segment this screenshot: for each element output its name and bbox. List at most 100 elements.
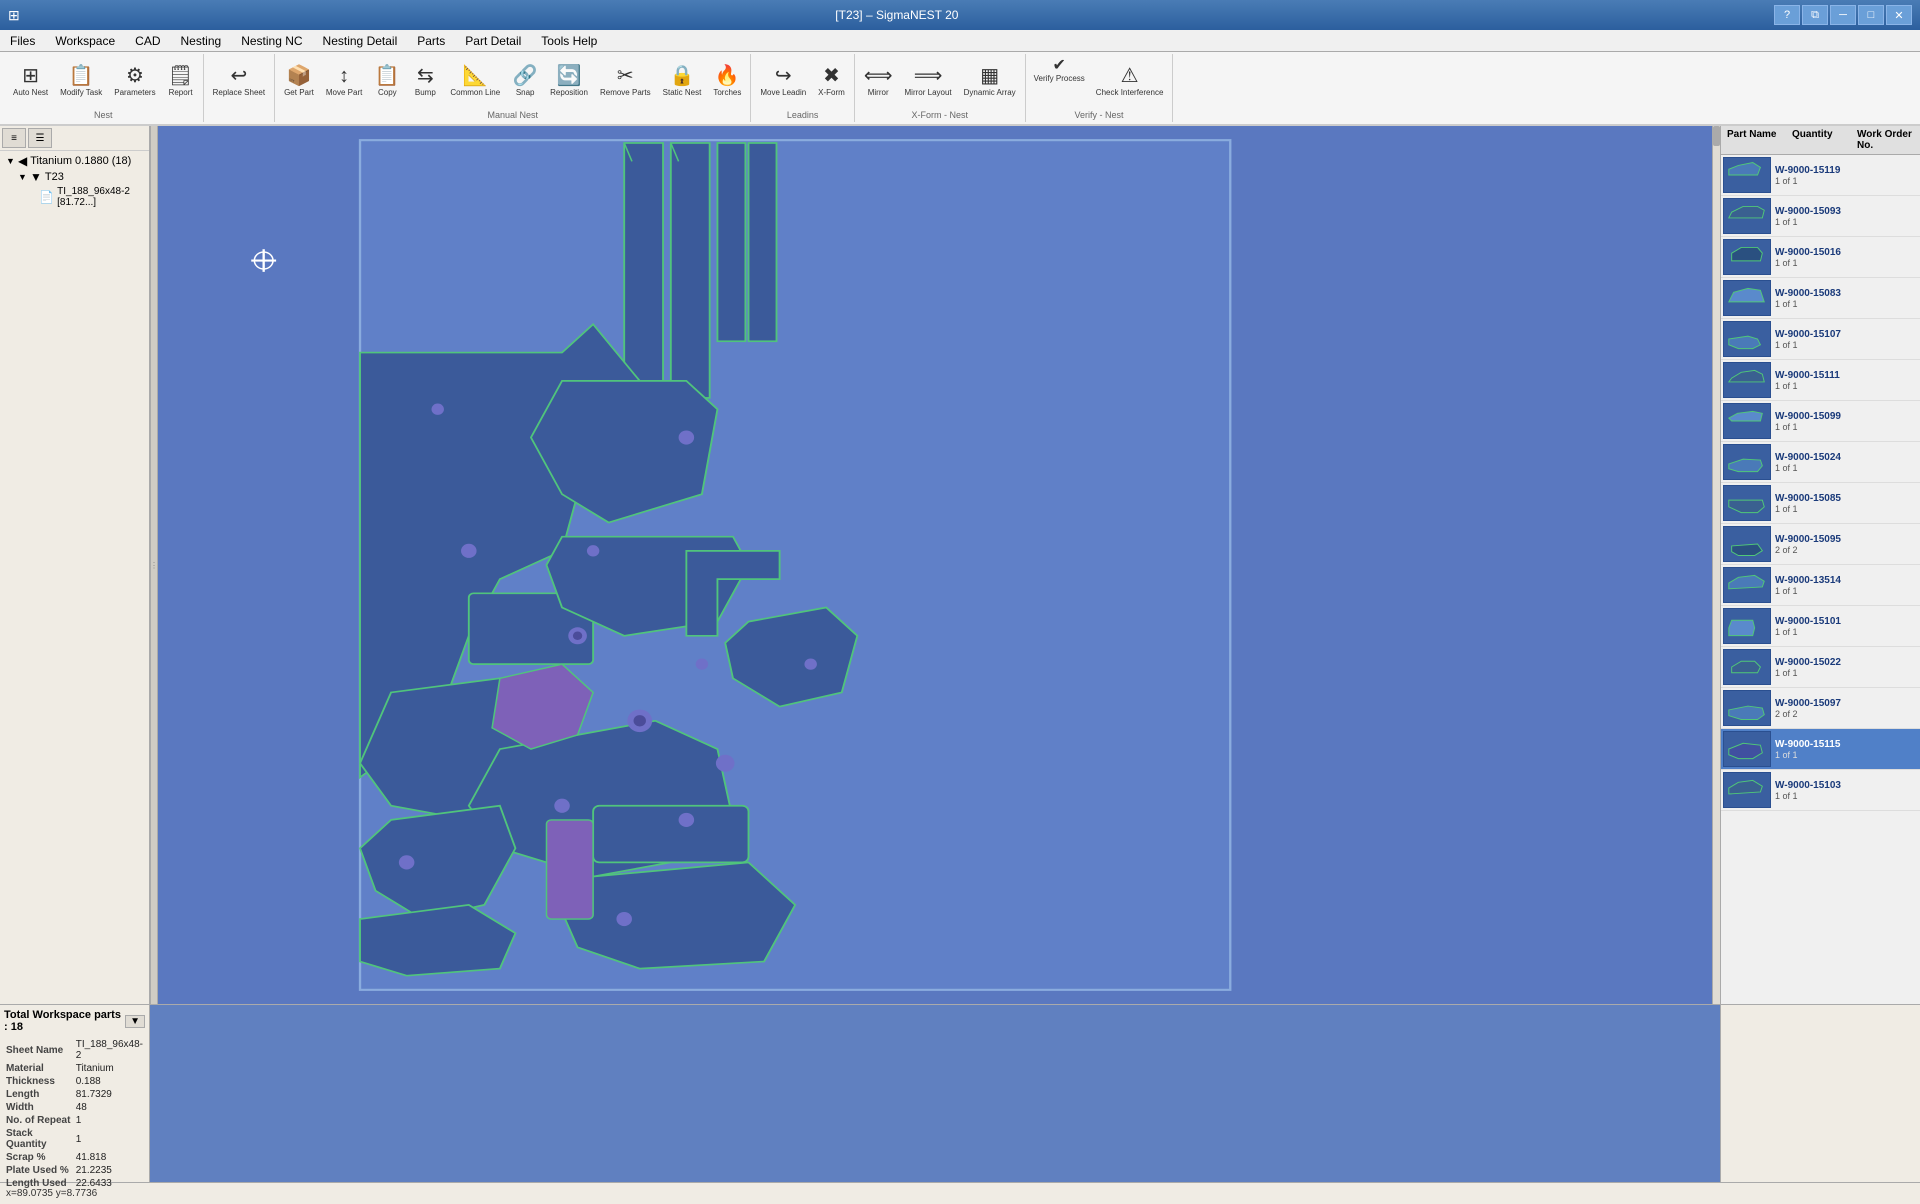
part-quantity: 1 of 1	[1775, 176, 1918, 186]
maximize-btn[interactable]: □	[1858, 5, 1884, 25]
move-leadin-btn[interactable]: ↪Move Leadin	[755, 56, 811, 108]
part-name: W-9000-13514	[1775, 575, 1918, 586]
part-list-item[interactable]: W-9000-150161 of 1	[1721, 237, 1920, 278]
part-name: W-9000-15022	[1775, 657, 1918, 668]
tree-area[interactable]: ▼◀Titanium 0.1880 (18)▼▼T23📄TI_188_96x48…	[0, 151, 149, 1004]
verify-process-btn[interactable]: ✔Verify Process	[1030, 56, 1089, 86]
bottom-right-panel	[1720, 1005, 1920, 1182]
menu-item-parts[interactable]: Parts	[407, 30, 455, 51]
menu-item-files[interactable]: Files	[0, 30, 45, 51]
toolbar: ⊞Auto Nest📋Modify Task⚙Parameters🗒Report…	[0, 52, 1920, 126]
dynamic-array-btn[interactable]: ▦Dynamic Array	[959, 56, 1021, 108]
part-thumbnail	[1723, 649, 1771, 685]
tree-item[interactable]: ▼◀Titanium 0.1880 (18)	[2, 153, 147, 169]
titlebar-left: ⊞	[8, 7, 20, 24]
part-list-item[interactable]: W-9000-150952 of 2	[1721, 524, 1920, 565]
menu-item-tools-help[interactable]: Tools Help	[531, 30, 607, 51]
coords-label: x=89.0735 y=8.7736	[6, 1188, 97, 1199]
property-value: Titanium	[76, 1063, 143, 1074]
menu-item-nesting-nc[interactable]: Nesting NC	[231, 30, 312, 51]
common-line-btn[interactable]: 📐Common Line	[445, 56, 505, 108]
tree-item[interactable]: 📄TI_188_96x48-2 [81.72...]	[2, 185, 147, 209]
part-list-item[interactable]: W-9000-135141 of 1	[1721, 565, 1920, 606]
bump-label: Bump	[415, 88, 436, 98]
close-btn[interactable]: ✕	[1886, 5, 1912, 25]
part-quantity: 1 of 1	[1775, 791, 1918, 801]
copy-btn[interactable]: 📋Copy	[369, 56, 405, 108]
part-quantity: 1 of 1	[1775, 340, 1918, 350]
property-key: No. of Repeat	[6, 1115, 74, 1126]
part-list-item[interactable]: W-9000-150931 of 1	[1721, 196, 1920, 237]
part-list-item[interactable]: W-9000-150221 of 1	[1721, 647, 1920, 688]
menu-item-part-detail[interactable]: Part Detail	[455, 30, 531, 51]
menu-item-nesting[interactable]: Nesting	[171, 30, 232, 51]
move-part-btn[interactable]: ↕Move Part	[321, 56, 367, 108]
help-btn[interactable]: ?	[1774, 5, 1800, 25]
check-interference-label: Check Interference	[1096, 88, 1164, 98]
part-list-item[interactable]: W-9000-150972 of 2	[1721, 688, 1920, 729]
part-list-item[interactable]: W-9000-151011 of 1	[1721, 606, 1920, 647]
part-quantity: 1 of 1	[1775, 381, 1918, 391]
panel-toggle-btn-1[interactable]: ≡	[2, 128, 26, 148]
property-value: TI_188_96x48-2	[76, 1039, 143, 1061]
static-nest-btn[interactable]: 🔒Static Nest	[658, 56, 707, 108]
part-list-item[interactable]: W-9000-150851 of 1	[1721, 483, 1920, 524]
replace-sheet-icon: ↩	[230, 66, 247, 86]
replace-sheet-btn[interactable]: ↩ Replace Sheet	[208, 56, 270, 108]
property-value: 81.7329	[76, 1089, 143, 1100]
part-name: W-9000-15095	[1775, 534, 1918, 545]
modify-task-btn[interactable]: 📋Modify Task	[55, 56, 107, 108]
mirror-layout-btn[interactable]: ⟹Mirror Layout	[900, 56, 957, 108]
replace-sheet-label: Replace Sheet	[213, 88, 265, 98]
parameters-btn[interactable]: ⚙Parameters	[109, 56, 160, 108]
check-interference-btn[interactable]: ⚠Check Interference	[1091, 56, 1169, 108]
part-quantity: 1 of 1	[1775, 258, 1918, 268]
bump-btn[interactable]: ⇆ Bump	[407, 56, 443, 108]
part-list-item[interactable]: W-9000-151071 of 1	[1721, 319, 1920, 360]
part-name: W-9000-15099	[1775, 411, 1918, 422]
toolbar-group-label: Leadins	[787, 110, 819, 120]
tree-expand-icon: ▼	[6, 156, 18, 166]
left-divider[interactable]: ⋮	[150, 126, 158, 1004]
bump-icon: ⇆	[417, 66, 434, 86]
expand-workspace-btn[interactable]: ▼	[125, 1015, 145, 1028]
part-list-item[interactable]: W-9000-150991 of 1	[1721, 401, 1920, 442]
remove-parts-btn[interactable]: ✂Remove Parts	[595, 56, 656, 108]
toolbar-group-verify---nest: ✔Verify Process⚠Check Interference Verify…	[1026, 54, 1174, 122]
verify-process-label: Verify Process	[1034, 74, 1085, 84]
canvas-area[interactable]	[158, 126, 1712, 1004]
part-thumbnail	[1723, 731, 1771, 767]
part-info: W-9000-150931 of 1	[1775, 206, 1918, 227]
snap-btn[interactable]: 🔗Snap	[507, 56, 543, 108]
restore-small-btn[interactable]: ⧉	[1802, 5, 1828, 25]
part-list-item[interactable]: W-9000-151151 of 1	[1721, 729, 1920, 770]
part-quantity: 2 of 2	[1775, 545, 1918, 555]
tree-item[interactable]: ▼▼T23	[2, 169, 147, 185]
right-panel-col-header: Work Order No.	[1853, 128, 1918, 152]
part-list-item[interactable]: W-9000-150831 of 1	[1721, 278, 1920, 319]
parts-list[interactable]: W-9000-151191 of 1 W-9000-150931 of 1 W-90…	[1721, 155, 1920, 1004]
menu-item-workspace[interactable]: Workspace	[45, 30, 125, 51]
part-list-item[interactable]: W-9000-151191 of 1	[1721, 155, 1920, 196]
mirror-btn[interactable]: ⟺Mirror	[859, 56, 898, 108]
property-row: Width48	[6, 1102, 143, 1113]
get-part-btn[interactable]: 📦Get Part	[279, 56, 319, 108]
canvas-scrollbar-v[interactable]	[1712, 126, 1720, 1004]
part-quantity: 1 of 1	[1775, 422, 1918, 432]
panel-toggle-btn-2[interactable]: ☰	[28, 128, 52, 148]
minimize-btn[interactable]: ─	[1830, 5, 1856, 25]
part-info: W-9000-151011 of 1	[1775, 616, 1918, 637]
menu-item-nesting-detail[interactable]: Nesting Detail	[313, 30, 408, 51]
report-btn[interactable]: 🗒Report	[163, 56, 199, 108]
part-name: W-9000-15085	[1775, 493, 1918, 504]
menu-item-cad[interactable]: CAD	[125, 30, 170, 51]
part-list-item[interactable]: W-9000-150241 of 1	[1721, 442, 1920, 483]
bottom-canvas[interactable]	[150, 1005, 1720, 1182]
part-list-item[interactable]: W-9000-151111 of 1	[1721, 360, 1920, 401]
x-form-btn[interactable]: ✖X-Form	[813, 56, 850, 108]
part-info: W-9000-150991 of 1	[1775, 411, 1918, 432]
reposition-btn[interactable]: 🔄Reposition	[545, 56, 593, 108]
auto-nest-btn[interactable]: ⊞Auto Nest	[8, 56, 53, 108]
part-list-item[interactable]: W-9000-151031 of 1	[1721, 770, 1920, 811]
torches-btn[interactable]: 🔥Torches	[708, 56, 746, 108]
